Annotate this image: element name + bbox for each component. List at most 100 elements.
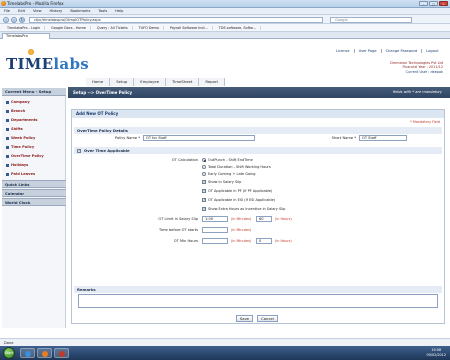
ot-esi-checkbox[interactable]: ✓ xyxy=(202,198,206,202)
logo-text-a: TIME xyxy=(6,55,54,73)
firefox-icon xyxy=(1,1,6,6)
time-before-ot-label: Time before OT starts xyxy=(158,228,198,232)
sidebar-header: Current Menu - Setup xyxy=(2,88,66,96)
taskbar-ie-icon[interactable] xyxy=(20,348,35,358)
main-nav: Home Setup Employee TimeSheet Report xyxy=(86,78,225,86)
ot-limit-input[interactable]: 1:00 xyxy=(202,216,228,222)
save-button[interactable]: Save xyxy=(236,315,253,322)
bookmark-item[interactable]: Query : All Tickets xyxy=(93,25,133,30)
web-page: TIMElabs License User Page Change Passwo… xyxy=(0,39,450,338)
tab-strip: TimelabsPro xyxy=(0,32,450,39)
policy-name-input[interactable]: OT for Staff xyxy=(143,135,255,141)
bookmark-item[interactable]: TimelabsPro - Login xyxy=(3,25,46,30)
clock-date: 09/02/2012 xyxy=(426,352,446,357)
time-before-ot-input[interactable] xyxy=(202,227,228,233)
window-controls: – □ × xyxy=(419,1,448,6)
mandatory-header-note: fields with * are mandatory xyxy=(392,90,442,94)
cancel-button[interactable]: Cancel xyxy=(257,315,278,322)
bookmark-item[interactable]: TUFO Demo xyxy=(135,25,164,30)
section-policy-details: OverTime Policy Details xyxy=(74,127,442,134)
system-clock: 19:08 09/02/2012 xyxy=(426,348,446,357)
back-icon[interactable]: ‹ xyxy=(3,16,9,23)
overtime-applicable-checkbox[interactable]: ✓ xyxy=(77,148,81,153)
ot-calc-radio-early-late[interactable] xyxy=(202,172,206,176)
ot-limit-label: OT Limit in Salary Slip xyxy=(158,217,198,221)
start-button[interactable]: Start xyxy=(3,347,15,359)
sidebar-item-overtime-policy[interactable]: OverTime Policy xyxy=(2,152,65,161)
form-title: Add New OT Policy xyxy=(72,110,444,118)
taskbar-media-icon[interactable] xyxy=(54,348,69,358)
menu-help[interactable]: Help xyxy=(115,9,123,13)
url-bar[interactable]: cfpc/timelabspro/OtmplOTPolicy.aspx xyxy=(29,16,323,23)
sidebar-item-paid-leaves[interactable]: Paid Leaves xyxy=(2,170,65,179)
nav-timesheet[interactable]: TimeSheet xyxy=(166,78,200,86)
sidebar-item-departments[interactable]: Departments xyxy=(2,116,65,125)
browser-menubar: File Edit View History Bookmarks Tools H… xyxy=(0,8,450,15)
ot-calc-radio-outpunch[interactable] xyxy=(202,158,206,162)
bookmark-item[interactable]: Payroll Software Indi... xyxy=(166,25,213,30)
menu-tools[interactable]: Tools xyxy=(98,9,107,13)
sidebar-section-quick-links[interactable]: Quick Links xyxy=(2,180,66,188)
bookmark-item[interactable]: TDS software, Softw... xyxy=(215,25,261,30)
remarks-textarea[interactable] xyxy=(78,294,438,308)
ot-min-hours-hrs-hint: (in Hours) xyxy=(275,239,292,243)
ot-limit-hours-hint: (in Hours) xyxy=(275,217,292,221)
nav-setup[interactable]: Setup xyxy=(110,78,135,86)
logo-text-b: labs xyxy=(53,55,89,73)
short-name-input[interactable]: OT Staff xyxy=(359,135,407,141)
taskbar-firefox-icon[interactable] xyxy=(37,348,52,358)
menu-history[interactable]: History xyxy=(50,9,63,13)
close-window-button[interactable]: × xyxy=(439,1,448,6)
sidebar-section-calendar[interactable]: Calendar xyxy=(2,189,66,197)
short-name-label: Short Name * xyxy=(331,136,356,140)
navigation-toolbar: ‹ › ↻ cfpc/timelabspro/OtmplOTPolicy.asp… xyxy=(0,15,450,24)
license-link[interactable]: License xyxy=(336,49,355,53)
company-info: Cimmaron Technologies Pvt Ltd Financial … xyxy=(390,61,443,74)
menu-bookmarks[interactable]: Bookmarks xyxy=(70,9,90,13)
ot-min-hours-hrs-input[interactable]: 0 xyxy=(256,238,272,244)
time-before-ot-hint: (in Minutes) xyxy=(231,228,252,232)
sidebar-item-company[interactable]: Company xyxy=(2,98,65,107)
ot-pf-checkbox[interactable]: ✓ xyxy=(202,189,206,193)
nav-report[interactable]: Report xyxy=(199,78,225,86)
policy-name-label: Policy Name * xyxy=(114,136,140,140)
ot-calculation-label: OT Calculation xyxy=(171,158,198,162)
change-password-link[interactable]: Change Password xyxy=(386,49,423,53)
breadcrumb: Setup --> OverTime Policy xyxy=(73,90,133,95)
window-titlebar: TimelabsPro - Mozilla Firefox – □ × xyxy=(0,0,450,8)
minimize-button[interactable]: – xyxy=(419,1,428,6)
maximize-button[interactable]: □ xyxy=(429,1,438,6)
sidebar-item-time-policy[interactable]: Time Policy xyxy=(2,143,65,152)
ot-calc-option-outpunch: OutPunch - Shift EndTime xyxy=(208,158,253,162)
show-in-salary-slip-checkbox[interactable]: ✓ xyxy=(202,180,206,184)
forward-icon[interactable]: › xyxy=(11,16,17,23)
nav-employee[interactable]: Employee xyxy=(134,78,167,86)
sidebar-item-holidays[interactable]: Holidays xyxy=(2,161,65,170)
current-user: Current User : deepak xyxy=(405,69,443,74)
sidebar-section-world-clock[interactable]: World Clock xyxy=(2,198,66,206)
menu-view[interactable]: View xyxy=(33,9,42,13)
bookmark-item[interactable]: Google Docs - Home xyxy=(47,25,91,30)
ot-calc-option-total-duration: Total Duration - Shift Working Hours xyxy=(208,165,271,169)
sidebar-item-shifts[interactable]: Shifts xyxy=(2,125,65,134)
nav-home[interactable]: Home xyxy=(86,78,111,86)
app-logo: TIMElabs xyxy=(6,55,89,73)
search-input[interactable]: Google xyxy=(330,16,412,23)
sidebar-item-week-policy[interactable]: Week Policy xyxy=(2,134,65,143)
ot-calc-option-early-late: Early Coming + Late Going xyxy=(208,172,256,176)
ot-limit-hint: (in Minutes) xyxy=(231,217,252,221)
ot-policy-form: Add New OT Policy * Mandatory Field Over… xyxy=(71,109,445,324)
sidebar-item-branch[interactable]: Branch xyxy=(2,107,65,116)
ot-limit-hours-input[interactable]: 60 xyxy=(256,216,272,222)
user-page-link[interactable]: User Page xyxy=(359,49,382,53)
breadcrumb-bar: Setup --> OverTime Policy fields with * … xyxy=(68,87,450,98)
bookmarks-toolbar: TimelabsPro - Login Google Docs - Home Q… xyxy=(0,24,450,32)
status-bar: Done xyxy=(0,338,450,346)
reload-icon[interactable]: ↻ xyxy=(19,16,25,23)
ot-calc-radio-total-duration[interactable] xyxy=(202,165,206,169)
show-extra-hours-checkbox[interactable]: ✓ xyxy=(202,207,206,211)
menu-edit[interactable]: Edit xyxy=(18,9,25,13)
logout-link[interactable]: Logout xyxy=(426,49,442,53)
menu-file[interactable]: File xyxy=(4,9,10,13)
ot-min-hours-input[interactable] xyxy=(202,238,228,244)
